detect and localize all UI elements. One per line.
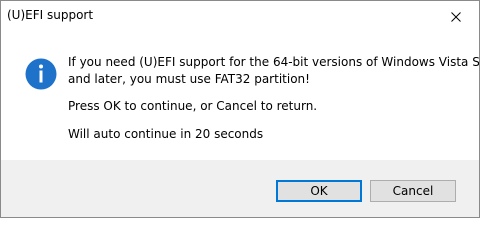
info-icon xyxy=(25,58,57,90)
close-icon xyxy=(451,11,461,22)
dialog-title: (U)EFI support xyxy=(7,8,94,22)
message-line-1: If you need (U)EFI support for the 64-bi… xyxy=(68,55,480,69)
dialog-window: (U)EFI support If you need (U)EFI suppor… xyxy=(0,0,480,218)
title-bar: (U)EFI support xyxy=(1,1,479,32)
ok-button[interactable]: OK xyxy=(276,180,362,202)
message-line-3: Press OK to continue, or Cancel to retur… xyxy=(68,99,318,113)
cancel-button[interactable]: Cancel xyxy=(370,180,456,202)
close-button[interactable] xyxy=(433,1,479,32)
countdown-text: Will auto continue in 20 seconds xyxy=(68,127,264,141)
message-area: If you need (U)EFI support for the 64-bi… xyxy=(1,32,479,160)
message-line-2: and later, you must use FAT32 partition! xyxy=(68,72,310,86)
button-bar: OK Cancel xyxy=(1,160,479,217)
